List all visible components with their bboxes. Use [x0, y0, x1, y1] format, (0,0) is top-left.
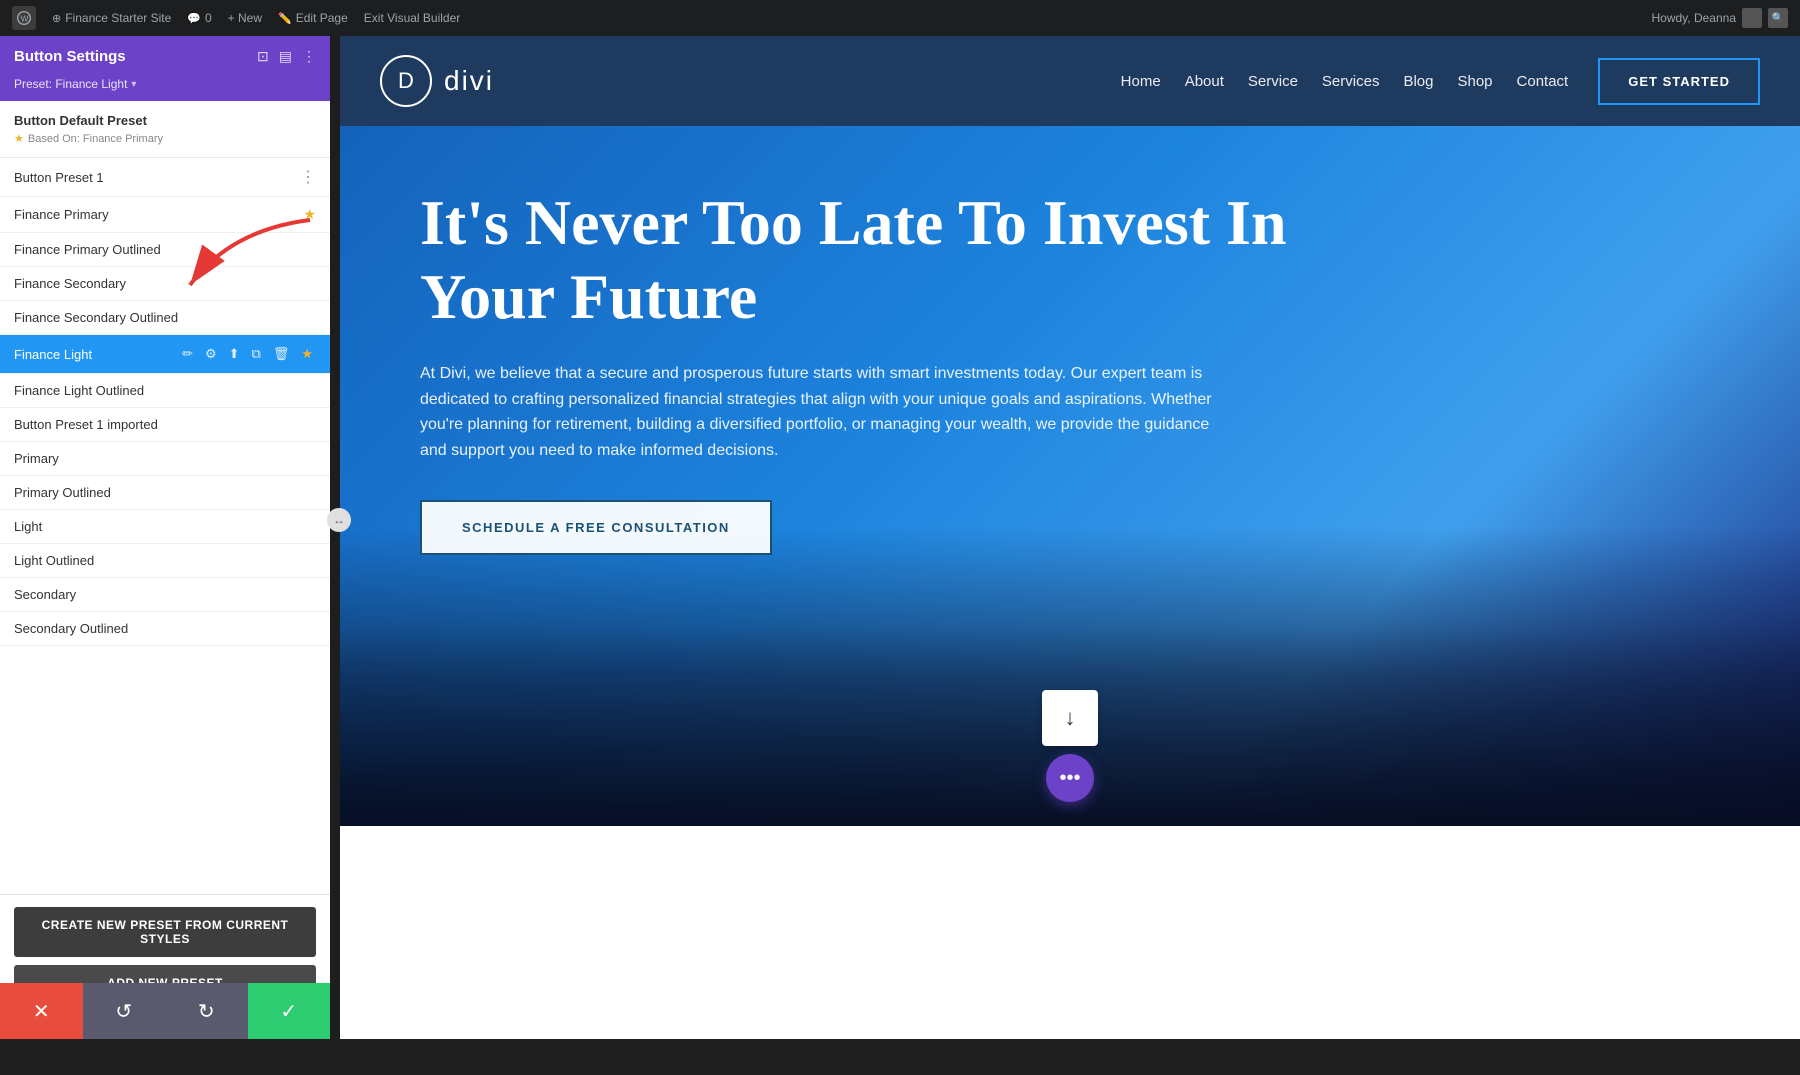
finance-light-item[interactable]: Finance Light ✏ ⚙ ⬆ ⧉ 🗑 ★ [0, 335, 330, 374]
star-icon[interactable]: ★ [303, 206, 316, 223]
list-item[interactable]: Primary [0, 442, 330, 476]
list-item[interactable]: Secondary Outlined [0, 612, 330, 646]
list-item[interactable]: Light [0, 510, 330, 544]
bottom-action-bar: ✕ ↺ ↻ ✓ [0, 983, 330, 1039]
save-icon: ✓ [280, 999, 297, 1024]
nav-service[interactable]: Service [1248, 73, 1298, 90]
nav-links: Home About Service Services Blog Shop Co… [1121, 73, 1569, 90]
site-navigation: D divi Home About Service Services Blog … [340, 36, 1800, 126]
panel-subtitle: Preset: Finance Light ▾ [0, 77, 330, 101]
nav-contact[interactable]: Contact [1517, 73, 1569, 90]
delete-icon[interactable]: 🗑 [270, 344, 293, 364]
redo-button[interactable]: ↻ [165, 983, 248, 1039]
preset-label-text: Primary Outlined [14, 485, 111, 500]
hero-title: It's Never Too Late To Invest In Your Fu… [420, 186, 1320, 333]
user-avatar[interactable] [1742, 8, 1762, 28]
list-item[interactable]: Finance Secondary Outlined [0, 301, 330, 335]
nav-home[interactable]: Home [1121, 73, 1161, 90]
nav-blog[interactable]: Blog [1403, 73, 1433, 90]
preset-label-text: Finance Secondary [14, 276, 126, 291]
panel-header: Button Settings ⊡ ▤ ⋮ [0, 36, 330, 77]
list-item[interactable]: Button Preset 1 imported [0, 408, 330, 442]
preset-label-text: Primary [14, 451, 59, 466]
exit-builder-link[interactable]: Exit Visual Builder [364, 11, 461, 25]
scroll-down-button[interactable]: ↓ [1042, 690, 1098, 746]
preset-label-text: Light [14, 519, 42, 534]
preset-label-text: Finance Primary Outlined [14, 242, 161, 257]
settings-icon[interactable]: ⚙ [202, 344, 220, 364]
list-item[interactable]: Finance Primary ★ [0, 197, 330, 233]
logo-letter: D [398, 68, 414, 94]
preset-label-text: Finance Light Outlined [14, 383, 144, 398]
preset-label-text: Secondary [14, 587, 76, 602]
star-icon: ★ [14, 132, 24, 145]
undo-button[interactable]: ↺ [83, 983, 166, 1039]
cancel-button[interactable]: ✕ [0, 983, 83, 1039]
default-preset-section: Button Default Preset ★ Based On: Financ… [0, 101, 330, 158]
logo-name: divi [444, 65, 494, 97]
preset-label-text: Button Preset 1 imported [14, 417, 158, 432]
nav-services[interactable]: Services [1322, 73, 1380, 90]
preset-actions: ✏ ⚙ ⬆ ⧉ 🗑 ★ [179, 344, 316, 364]
comments-link[interactable]: 💬 0 [187, 11, 211, 25]
hero-body: At Divi, we believe that a secure and pr… [420, 361, 1220, 463]
preset-label-text: Finance Light [14, 347, 92, 362]
copy-icon[interactable]: ⧉ [249, 344, 264, 364]
dropdown-arrow[interactable]: ▾ [131, 79, 136, 90]
list-item[interactable]: Light Outlined [0, 544, 330, 578]
list-item[interactable]: Finance Secondary [0, 267, 330, 301]
redo-icon: ↻ [198, 999, 215, 1024]
upload-icon[interactable]: ⬆ [226, 344, 243, 364]
nav-cta-button[interactable]: GET STARTED [1598, 58, 1760, 105]
edit-page-link[interactable]: ✏️ Edit Page [278, 11, 348, 25]
cancel-icon: ✕ [33, 999, 50, 1024]
resize-handle[interactable]: ↔ [327, 508, 351, 532]
list-item[interactable]: Finance Primary Outlined [0, 233, 330, 267]
default-preset-subtitle: ★ Based On: Finance Primary [14, 132, 316, 145]
button-settings-panel: Button Settings ⊡ ▤ ⋮ Preset: Finance Li… [0, 36, 330, 1039]
nav-shop[interactable]: Shop [1457, 73, 1492, 90]
howdy-text: Howdy, Deanna 🔍 [1652, 8, 1789, 28]
preset-label: Preset: Finance Light [14, 77, 127, 91]
hero-cta-button[interactable]: SCHEDULE A FREE CONSULTATION [420, 500, 772, 555]
arrow-down-icon: ↓ [1065, 705, 1076, 731]
preset-label-text: Finance Primary [14, 207, 109, 222]
default-preset-title: Button Default Preset [14, 113, 316, 128]
floating-menu-button[interactable]: ••• [1046, 754, 1094, 802]
list-item[interactable]: Primary Outlined [0, 476, 330, 510]
edit-icon[interactable]: ✏ [179, 344, 196, 364]
preset-list: Button Preset 1 ⋮ Finance Primary ★ Fina… [0, 158, 330, 894]
new-link[interactable]: + New [228, 11, 262, 25]
more-icon[interactable]: ⋮ [300, 167, 316, 187]
create-preset-button[interactable]: CREATE NEW PRESET FROM CURRENT STYLES [14, 907, 316, 957]
admin-bar: W ⊕ Finance Starter Site 💬 0 + New ✏️ Ed… [0, 0, 1800, 36]
panel-title: Button Settings [14, 48, 126, 65]
hero-content: It's Never Too Late To Invest In Your Fu… [420, 186, 1320, 555]
preset-label-text: Button Preset 1 [14, 170, 104, 185]
site-name-link[interactable]: ⊕ Finance Starter Site [52, 11, 171, 25]
wordpress-logo[interactable]: W [12, 6, 36, 30]
responsive-icon[interactable]: ⊡ [257, 48, 269, 65]
nav-about[interactable]: About [1185, 73, 1224, 90]
layout-icon[interactable]: ▤ [279, 48, 292, 65]
undo-icon: ↺ [115, 999, 132, 1024]
list-item[interactable]: Secondary [0, 578, 330, 612]
preset-label-text: Light Outlined [14, 553, 94, 568]
panel-header-icons: ⊡ ▤ ⋮ [257, 48, 316, 65]
list-item[interactable]: Button Preset 1 ⋮ [0, 158, 330, 197]
search-icon[interactable]: 🔍 [1768, 8, 1788, 28]
preset-label-text: Secondary Outlined [14, 621, 128, 636]
more-options-icon[interactable]: ⋮ [302, 48, 316, 65]
save-button[interactable]: ✓ [248, 983, 331, 1039]
svg-text:W: W [21, 14, 29, 24]
hero-section: It's Never Too Late To Invest In Your Fu… [340, 126, 1800, 826]
preset-label-text: Finance Secondary Outlined [14, 310, 178, 325]
star-active-icon[interactable]: ★ [298, 344, 316, 364]
site-logo: D divi [380, 55, 494, 107]
list-item[interactable]: Finance Light Outlined [0, 374, 330, 408]
logo-circle: D [380, 55, 432, 107]
main-content: D divi Home About Service Services Blog … [340, 36, 1800, 1039]
dots-icon: ••• [1059, 767, 1080, 790]
